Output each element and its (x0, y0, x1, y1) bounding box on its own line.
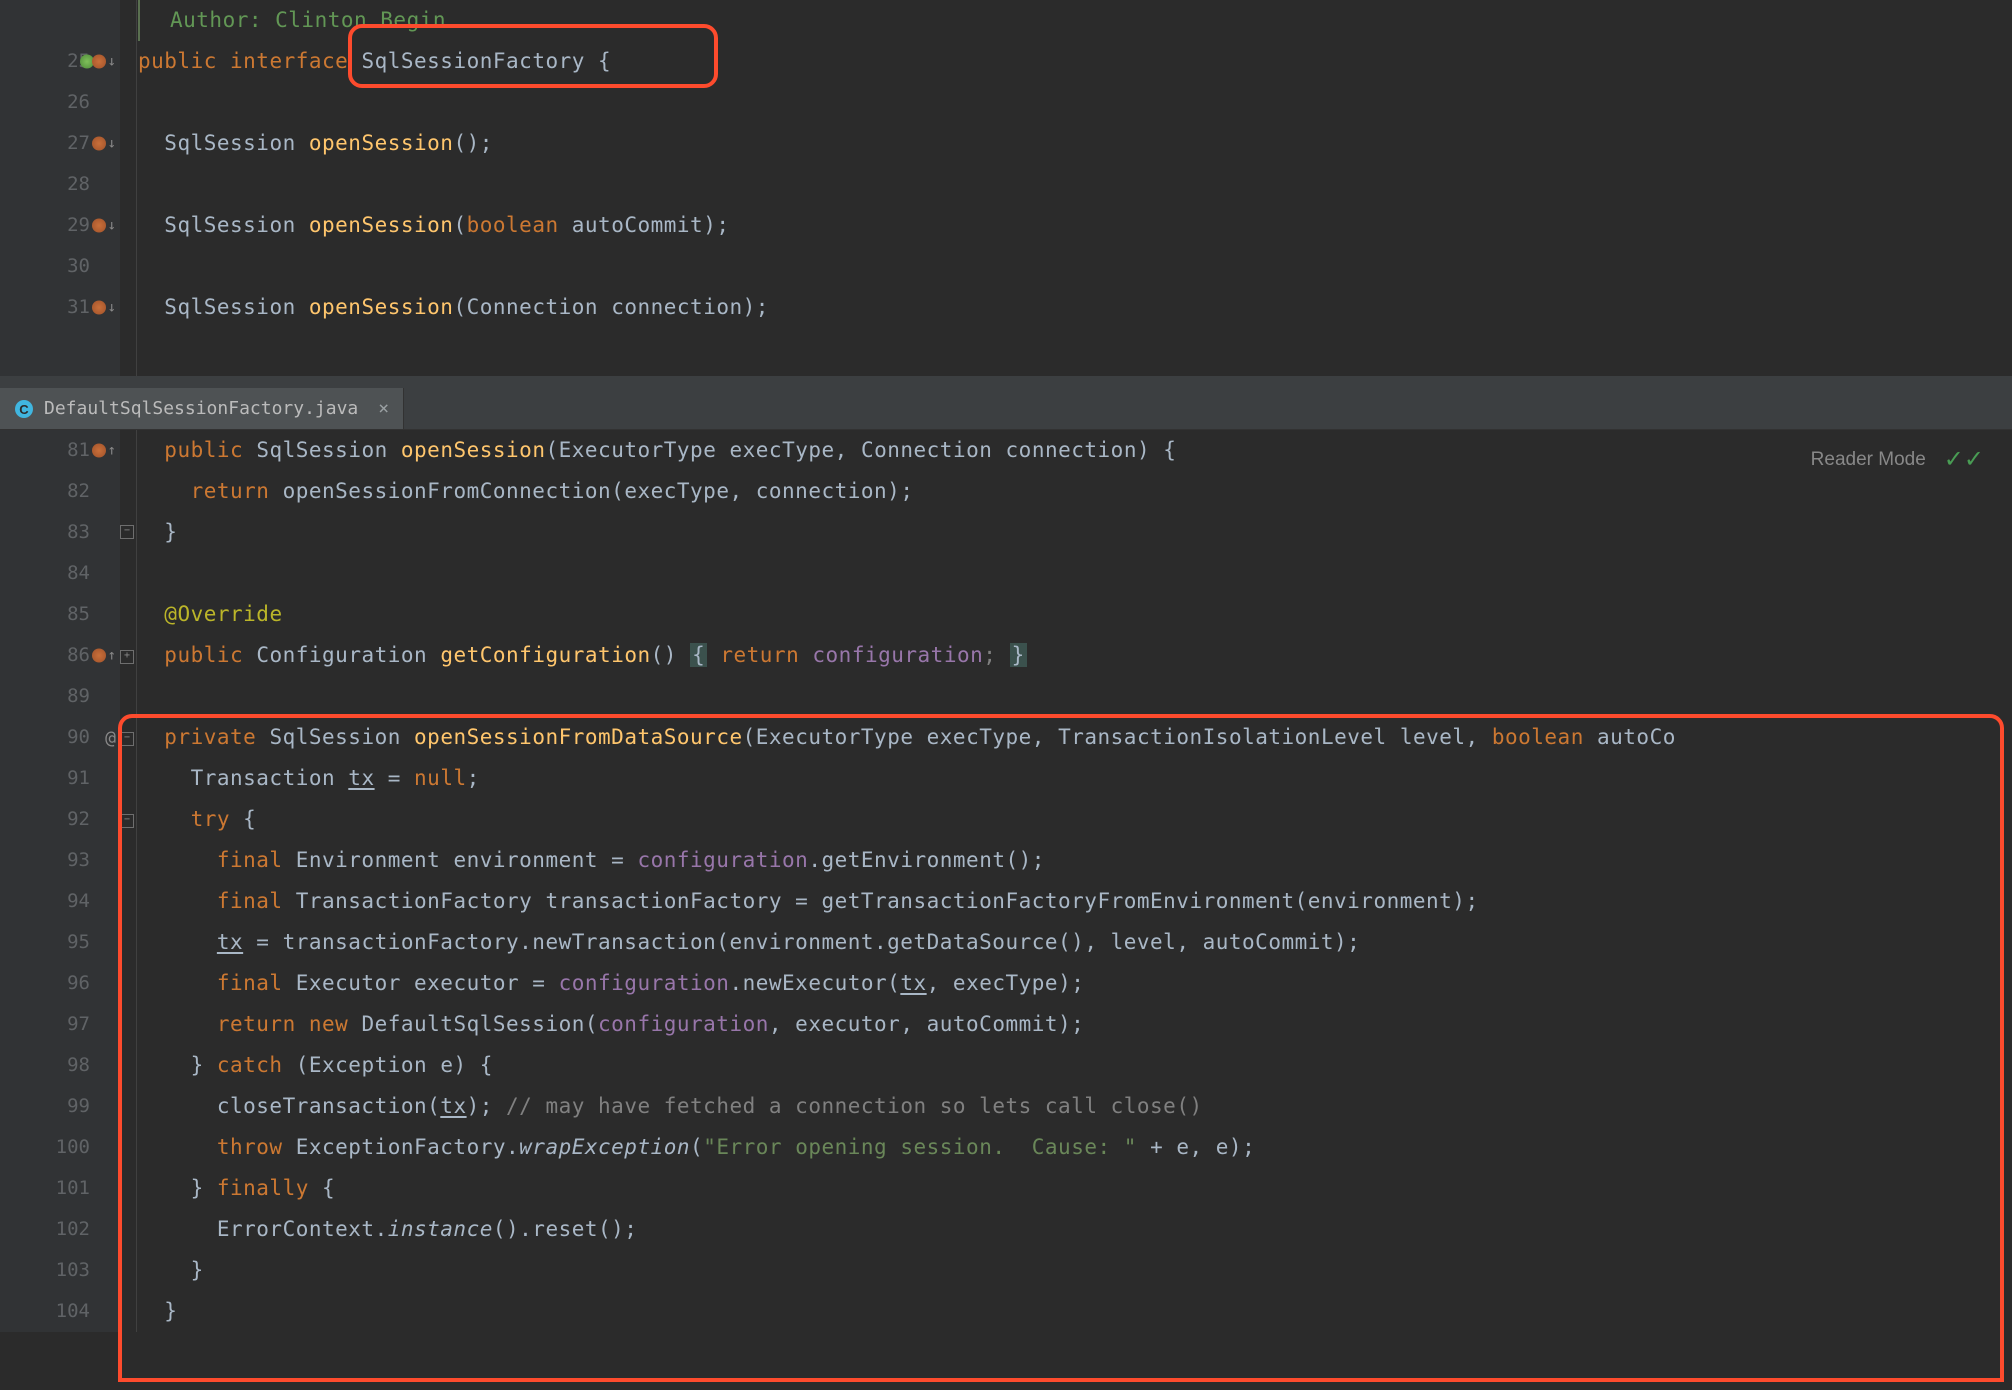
line-number: 96 (0, 963, 90, 1004)
code-line[interactable]: } catch (Exception e) { (138, 1045, 2012, 1086)
code-line[interactable]: SqlSession openSession(); (138, 123, 2012, 164)
editor-tab-defaultsqlsessionfactory[interactable]: C DefaultSqlSessionFactory.java × (0, 388, 404, 429)
line-number: 85 (0, 594, 90, 635)
tab-filename: DefaultSqlSessionFactory.java (44, 398, 358, 419)
line-number: 25↓ (0, 41, 90, 82)
fold-marker-icon[interactable]: − (120, 525, 134, 539)
code-line[interactable]: public SqlSession openSession(ExecutorTy… (138, 430, 2012, 471)
fold-marker-icon[interactable]: + (120, 650, 134, 664)
code-line[interactable] (138, 676, 2012, 717)
code-line[interactable]: private SqlSession openSessionFromDataSo… (138, 717, 2012, 758)
bottom-editor-pane[interactable]: Reader Mode ✓✓ − + − − 81↑8283848586↑899… (0, 430, 2012, 1332)
line-number: 28 (0, 164, 90, 205)
code-line[interactable]: return openSessionFromConnection(execTyp… (138, 471, 2012, 512)
code-line[interactable] (138, 82, 2012, 123)
gutter-top: 25↓2627↓2829↓3031↓ (0, 0, 120, 376)
line-number: 81↑ (0, 430, 90, 471)
line-number: 82 (0, 471, 90, 512)
code-line[interactable]: return new DefaultSqlSession(configurati… (138, 1004, 2012, 1045)
code-line[interactable] (138, 246, 2012, 287)
line-number: 100 (0, 1127, 90, 1168)
code-line[interactable]: closeTransaction(tx); // may have fetche… (138, 1086, 2012, 1127)
code-line[interactable]: } finally { (138, 1168, 2012, 1209)
code-line[interactable]: throw ExceptionFactory.wrapException("Er… (138, 1127, 2012, 1168)
editor-tab-bar: C DefaultSqlSessionFactory.java × (0, 388, 2012, 430)
code-top[interactable]: Author: Clinton Beginpublic interface Sq… (120, 0, 2012, 376)
code-line[interactable]: final TransactionFactory transactionFact… (138, 881, 2012, 922)
code-line[interactable]: Transaction tx = null; (138, 758, 2012, 799)
line-number: 93 (0, 840, 90, 881)
line-number: 101 (0, 1168, 90, 1209)
gutter-bottom: 81↑8283848586↑8990@919293949596979899100… (0, 430, 120, 1332)
line-number: 89 (0, 676, 90, 717)
code-line[interactable]: final Executor executor = configuration.… (138, 963, 2012, 1004)
fold-marker-icon[interactable]: − (120, 732, 134, 746)
code-line[interactable]: final Environment environment = configur… (138, 840, 2012, 881)
top-editor-pane[interactable]: 25↓2627↓2829↓3031↓ Author: Clinton Begin… (0, 0, 2012, 376)
line-number: 94 (0, 881, 90, 922)
code-line[interactable]: @Override (138, 594, 2012, 635)
code-line[interactable]: } (138, 1291, 2012, 1332)
code-line[interactable]: public interface SqlSessionFactory { (138, 41, 2012, 82)
line-number: 86↑ (0, 635, 90, 676)
svg-text:C: C (19, 402, 29, 417)
line-number: 31↓ (0, 287, 90, 328)
code-bottom[interactable]: public SqlSession openSession(ExecutorTy… (120, 430, 2012, 1332)
line-number: 90@ (0, 717, 90, 758)
line-number: 104 (0, 1291, 90, 1332)
line-number: 83 (0, 512, 90, 553)
tab-close-icon[interactable]: × (368, 398, 389, 419)
line-number: 92 (0, 799, 90, 840)
code-line[interactable]: } (138, 1250, 2012, 1291)
pane-divider[interactable] (0, 376, 2012, 388)
line-number: 91 (0, 758, 90, 799)
java-class-icon: C (14, 399, 34, 419)
line-number: 29↓ (0, 205, 90, 246)
code-line[interactable]: } (138, 512, 2012, 553)
line-number: 30 (0, 246, 90, 287)
code-line[interactable] (138, 553, 2012, 594)
line-number: 26 (0, 82, 90, 123)
line-number: 98 (0, 1045, 90, 1086)
code-line[interactable]: ErrorContext.instance().reset(); (138, 1209, 2012, 1250)
line-number: 84 (0, 553, 90, 594)
line-number: 99 (0, 1086, 90, 1127)
code-line[interactable]: public Configuration getConfiguration() … (138, 635, 2012, 676)
code-line[interactable]: SqlSession openSession(boolean autoCommi… (138, 205, 2012, 246)
fold-column-bottom: − + − − (119, 430, 137, 1332)
code-line[interactable] (138, 164, 2012, 205)
fold-column-top (119, 0, 137, 376)
line-number: 97 (0, 1004, 90, 1045)
code-line[interactable]: tx = transactionFactory.newTransaction(e… (138, 922, 2012, 963)
line-number: 95 (0, 922, 90, 963)
line-number: 103 (0, 1250, 90, 1291)
fold-marker-icon[interactable]: − (120, 814, 134, 828)
code-line[interactable]: SqlSession openSession(Connection connec… (138, 287, 2012, 328)
line-number: 27↓ (0, 123, 90, 164)
code-line[interactable]: try { (138, 799, 2012, 840)
line-number: 102 (0, 1209, 90, 1250)
